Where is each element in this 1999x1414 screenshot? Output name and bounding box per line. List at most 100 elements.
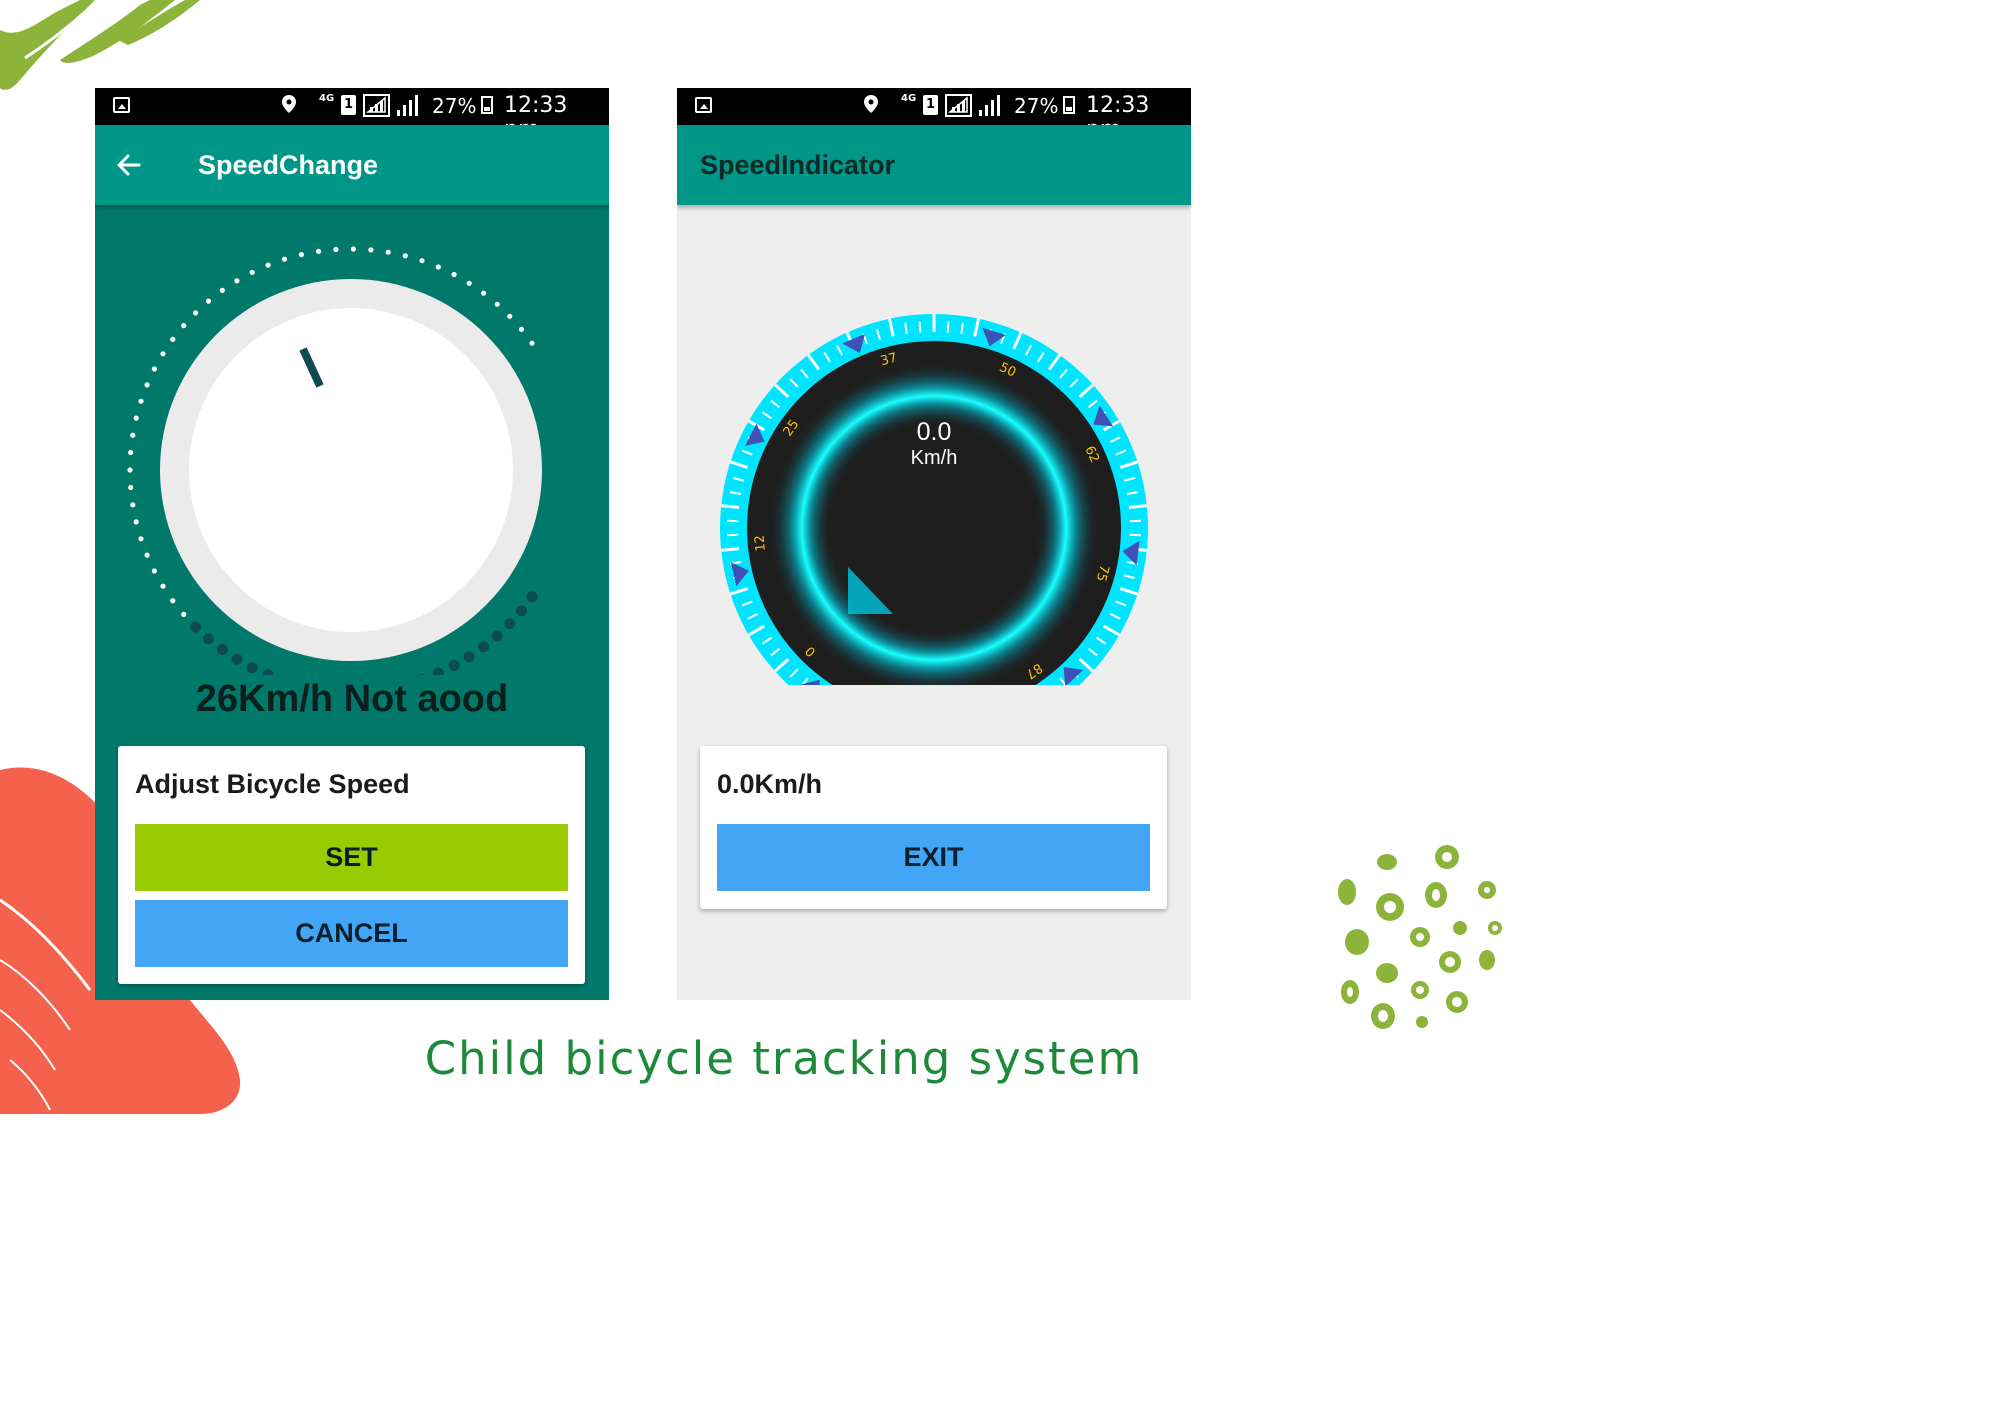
knob-dot — [128, 484, 134, 491]
app-bar: SpeedIndicator — [677, 125, 1191, 205]
signal-icon — [363, 94, 390, 117]
knob-dot — [316, 248, 322, 254]
knob-dot — [402, 253, 408, 259]
knob-dot — [265, 262, 271, 268]
sim-icon: 1 — [923, 95, 938, 115]
status-bar: 4G 1 27% 12:33 pm — [95, 88, 609, 142]
gauge-scale-label: 12 — [753, 534, 769, 552]
page-title: SpeedChange — [198, 150, 379, 180]
knob-dot — [518, 326, 525, 332]
battery-percent: 27% — [1014, 94, 1059, 118]
signal-icon — [979, 95, 1000, 116]
knob-dot — [170, 336, 176, 342]
knob-dot-filled — [516, 605, 527, 617]
knob-dot — [466, 280, 472, 286]
knob-dot — [451, 271, 457, 278]
knob-dot-filled — [231, 653, 243, 665]
knob-dot — [481, 290, 487, 296]
arrow-left-icon[interactable] — [115, 151, 143, 179]
signal-icon — [945, 94, 972, 117]
gauge-value: 0.0 — [916, 418, 952, 446]
knob-dot — [151, 366, 157, 372]
knob-dot — [144, 382, 150, 388]
set-button[interactable]: SET — [135, 824, 568, 891]
knob-dot — [170, 598, 176, 604]
knob-dot — [435, 264, 441, 270]
knob-dot-filled — [463, 651, 475, 663]
speed-knob[interactable] — [95, 205, 609, 675]
page-title: SpeedIndicator — [700, 150, 896, 180]
caption: Child bicycle tracking system — [424, 1032, 1144, 1085]
knob-face[interactable] — [189, 308, 513, 632]
knob-dot — [219, 287, 225, 293]
speed-reading: 0.0Km/h — [717, 769, 823, 799]
knob-dot — [181, 323, 187, 329]
card-title: Adjust Bicycle Speed — [135, 769, 410, 799]
knob-dot — [133, 519, 139, 525]
knob-dot — [130, 502, 136, 508]
battery-icon — [481, 96, 493, 114]
knob-dot — [507, 313, 513, 319]
gauge-tick — [1128, 504, 1147, 509]
knob-dot — [205, 298, 212, 304]
knob-dot — [130, 432, 136, 438]
knob-dot-filled — [526, 591, 538, 603]
gauge-tick — [918, 321, 922, 333]
gauge-unit: Km/h — [910, 447, 958, 469]
network-type: 4G — [901, 93, 917, 104]
gauge-tick — [721, 547, 740, 552]
knob-dot — [350, 246, 356, 252]
knob-dot — [151, 568, 157, 574]
adjust-speed-card: Adjust Bicycle Speed SET CANCEL — [118, 746, 585, 984]
knob-dot — [181, 611, 187, 617]
knob-dot — [368, 247, 374, 253]
knob-dot-filled — [203, 633, 214, 645]
location-icon — [282, 95, 296, 113]
knob-dot — [138, 536, 144, 542]
knob-dot — [385, 249, 391, 255]
knob-dot — [249, 269, 255, 275]
knob-dot-filled — [478, 641, 490, 653]
exit-button[interactable]: EXIT — [717, 824, 1150, 891]
network-type: 4G — [319, 93, 335, 104]
knob-dot — [419, 258, 425, 264]
knob-dot — [144, 552, 150, 558]
battery-icon — [1063, 96, 1075, 114]
knob-dot — [127, 467, 133, 473]
status-bar: 4G 1 27% 12:33 pm — [677, 88, 1191, 142]
speed-status-text: 26Km/h Not aood — [195, 678, 509, 720]
cancel-button[interactable]: CANCEL — [135, 900, 568, 967]
gauge-tick — [721, 504, 740, 509]
gallery-icon — [113, 97, 130, 113]
knob-dot-filled — [190, 621, 202, 633]
speed-reading-card: 0.0Km/h EXIT — [700, 746, 1167, 909]
knob-dot — [160, 583, 166, 589]
gauge-tick — [946, 321, 950, 333]
knob-dot — [529, 340, 535, 346]
battery-percent: 27% — [432, 94, 477, 118]
knob-dot — [298, 252, 304, 258]
signal-icon — [397, 95, 418, 116]
knob-dot — [160, 351, 166, 357]
location-icon — [864, 95, 878, 113]
gallery-icon — [695, 97, 712, 113]
knob-dot-filled — [418, 673, 426, 675]
knob-dot — [494, 301, 500, 307]
knob-dot — [138, 398, 144, 404]
knob-dot — [281, 256, 288, 262]
knob-dot-filled — [491, 630, 503, 642]
knob-dot-filled — [448, 660, 460, 671]
knob-dot — [193, 310, 199, 316]
knob-dot-filled — [432, 667, 444, 675]
app-bar: SpeedChange — [95, 125, 609, 205]
speed-indicator-screen: 4G 1 27% 12:33 pm SpeedIndicator — [677, 88, 1191, 1000]
knob-dot — [333, 246, 339, 253]
sim-icon: 1 — [341, 95, 356, 115]
knob-dot-filled — [262, 669, 274, 675]
knob-dot-filled — [504, 618, 516, 630]
gauge-glow-ring — [769, 363, 1099, 685]
knob-dot — [133, 415, 139, 421]
knob-dot-filled — [246, 662, 258, 674]
speed-change-screen: 4G 1 27% 12:33 pm SpeedChange 26Km/h Not… — [95, 88, 609, 1000]
knob-dot-filled — [216, 644, 228, 656]
